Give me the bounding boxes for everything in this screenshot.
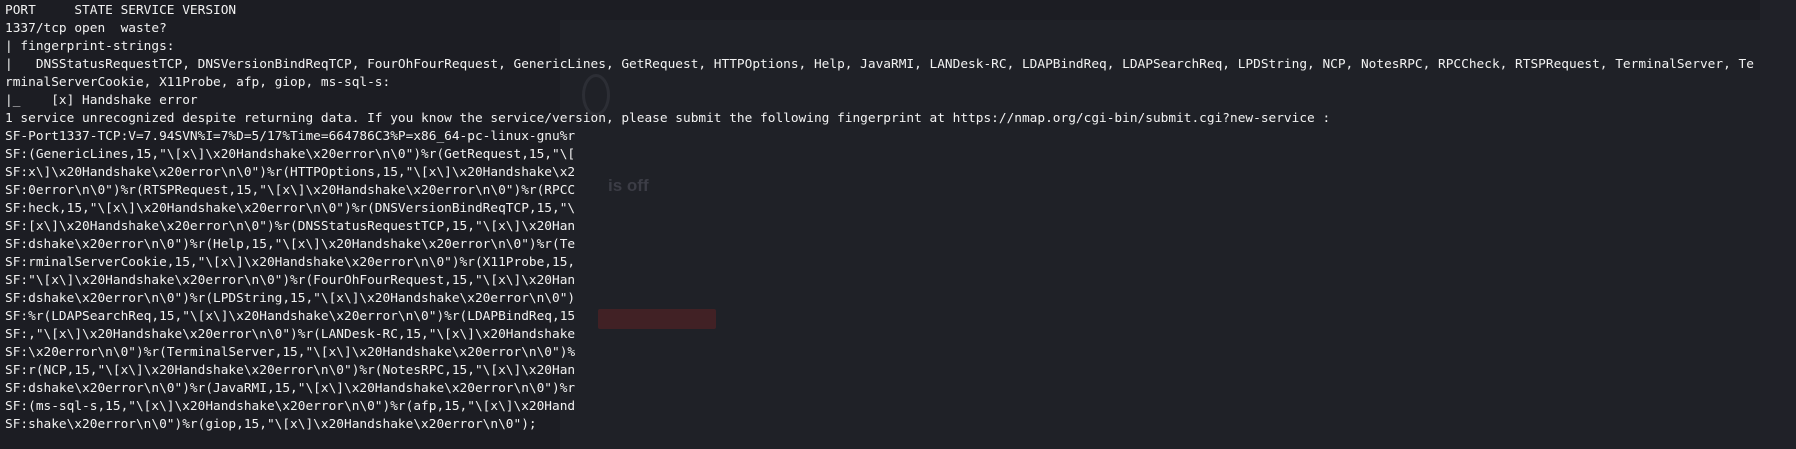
- fingerprint-line: SF:heck,15,"\[x\]\x20Handshake\x20error\…: [5, 201, 576, 216]
- fingerprint-line: SF:dshake\x20error\n\0")%r(JavaRMI,15,"\…: [5, 381, 576, 396]
- fingerprint-line: SF-Port1337-TCP:V=7.94SVN%I=7%D=5/17%Tim…: [5, 129, 576, 144]
- handshake-error-line: |_ [x] Handshake error: [5, 93, 198, 108]
- fingerprint-line: SF:dshake\x20error\n\0")%r(LPDString,15,…: [5, 291, 576, 306]
- fingerprint-line: SF:%r(LDAPSearchReq,15,"\[x\]\x20Handsha…: [5, 309, 576, 324]
- terminal-window[interactable]: is off PORT STATE SERVICE VERSION 1337/tc…: [0, 0, 1796, 449]
- fingerprint-line: SF:dshake\x20error\n\0")%r(Help,15,"\[x\…: [5, 237, 576, 252]
- fingerprint-line: SF:(ms-sql-s,15,"\[x\]\x20Handshake\x20e…: [5, 399, 576, 414]
- unrecognized-service-line: 1 service unrecognized despite returning…: [5, 111, 1331, 126]
- fingerprint-line: SF:shake\x20error\n\0")%r(giop,15,"\[x\]…: [5, 417, 537, 432]
- fingerprint-line: SF:,"\[x\]\x20Handshake\x20error\n\0")%r…: [5, 327, 576, 342]
- fingerprint-line: SF:r(NCP,15,"\[x\]\x20Handshake\x20error…: [5, 363, 576, 378]
- fingerprint-strings-label: | fingerprint-strings:: [5, 39, 175, 54]
- probe-list-line: rminalServerCookie, X11Probe, afp, giop,…: [5, 75, 391, 90]
- scrollbar-track[interactable]: [1760, 0, 1796, 449]
- nmap-header-line: PORT STATE SERVICE VERSION: [5, 3, 237, 18]
- fingerprint-line: SF:x\]\x20Handshake\x20error\n\0")%r(HTT…: [5, 165, 576, 180]
- fingerprint-line: SF:0error\n\0")%r(RTSPRequest,15,"\[x\]\…: [5, 183, 576, 198]
- fingerprint-line: SF:(GenericLines,15,"\[x\]\x20Handshake\…: [5, 147, 576, 162]
- port-line: 1337/tcp open waste?: [5, 21, 167, 36]
- fingerprint-line: SF:rminalServerCookie,15,"\[x\]\x20Hands…: [5, 255, 576, 270]
- terminal-output[interactable]: PORT STATE SERVICE VERSION 1337/tcp open …: [5, 2, 1754, 434]
- fingerprint-line: SF:\x20error\n\0")%r(TerminalServer,15,"…: [5, 345, 576, 360]
- fingerprint-line: SF:"\[x\]\x20Handshake\x20error\n\0")%r(…: [5, 273, 576, 288]
- probe-list-line: | DNSStatusRequestTCP, DNSVersionBindReq…: [5, 57, 1754, 72]
- fingerprint-line: SF:[x\]\x20Handshake\x20error\n\0")%r(DN…: [5, 219, 576, 234]
